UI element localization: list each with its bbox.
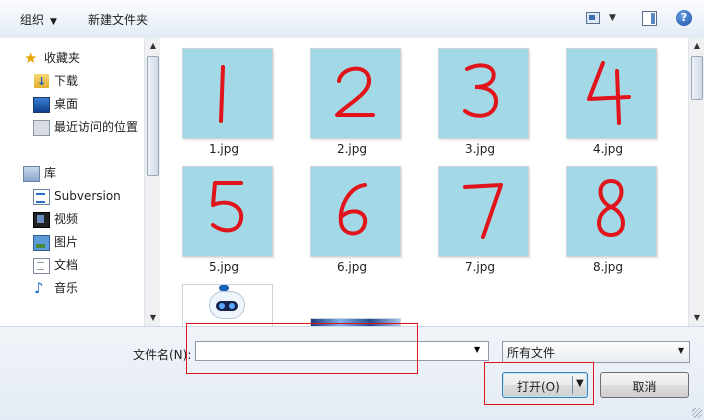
file-thumbnail	[566, 48, 657, 139]
file-list: 1.jpg 2.jpg 3.jpg 4.jpg 5.jpg 6.jpg 7.jp…	[160, 38, 688, 326]
file-thumbnail	[182, 166, 273, 257]
documents-icon	[33, 258, 50, 274]
open-options-chevron-icon[interactable]: ▼	[576, 378, 584, 389]
file-thumbnail	[310, 166, 401, 257]
scroll-up-icon[interactable]: ▲	[147, 40, 159, 52]
filetype-value: 所有文件	[507, 346, 556, 360]
nav-label: Subversion	[54, 189, 121, 203]
nav-label: 库	[44, 166, 57, 180]
nav-scroll-thumb[interactable]	[147, 56, 159, 176]
file-list-scrollbar[interactable]: ▲ ▼	[688, 38, 704, 326]
file-item[interactable]: 7.jpg	[416, 156, 544, 274]
video-icon	[33, 212, 50, 228]
digit-drawing	[463, 63, 498, 118]
file-name: 7.jpg	[464, 260, 496, 274]
file-item[interactable]: 4.jpg	[544, 38, 672, 156]
open-button-label: 打开(O)	[517, 380, 560, 394]
file-item[interactable]: 8.jpg	[544, 156, 672, 274]
file-thumbnail	[182, 48, 273, 139]
scroll-down-icon[interactable]: ▼	[147, 312, 159, 324]
digit-drawing	[219, 65, 225, 123]
file-name: 8.jpg	[592, 260, 624, 274]
file-item[interactable]: 1.jpg	[160, 38, 288, 156]
nav-label: 下载	[54, 74, 79, 88]
file-name: 2.jpg	[336, 142, 368, 156]
split-divider	[572, 376, 573, 394]
recent-places-icon	[33, 120, 50, 136]
nav-label: 文档	[54, 258, 79, 272]
digit-drawing	[211, 181, 244, 233]
file-thumbnail	[438, 166, 529, 257]
file-item[interactable]: 5.jpg	[160, 156, 288, 274]
navigation-pane: ★ 收藏夹 下载 桌面 最近访问的位置 库 Subversion 视频 图片 文…	[0, 38, 160, 326]
nav-label: 视频	[54, 212, 79, 226]
filename-dropdown-icon[interactable]: ▼	[474, 345, 480, 354]
resize-grip[interactable]	[692, 408, 702, 418]
nav-label: 音乐	[54, 281, 79, 295]
filename-input[interactable]	[195, 341, 489, 361]
desktop-icon	[33, 97, 50, 113]
file-item[interactable]: 3.jpg	[416, 38, 544, 156]
subversion-icon	[33, 189, 50, 205]
file-name: 4.jpg	[592, 142, 624, 156]
chevron-down-icon: ▼	[677, 346, 684, 355]
robot-image-thumbnail[interactable]	[182, 284, 273, 326]
scroll-down-icon[interactable]: ▼	[691, 312, 703, 324]
file-thumbnail	[438, 48, 529, 139]
music-icon: ♪	[34, 279, 44, 297]
file-name: 6.jpg	[336, 260, 368, 274]
view-icon[interactable]	[586, 11, 602, 25]
nav-label: 收藏夹	[44, 51, 81, 65]
file-item[interactable]: 2.jpg	[288, 38, 416, 156]
file-list-scroll-thumb[interactable]	[691, 56, 703, 100]
filename-label: 文件名(N):	[133, 348, 192, 362]
chevron-down-icon: ▼	[50, 17, 57, 27]
nav-label: 图片	[54, 235, 79, 249]
download-folder-icon	[34, 72, 49, 92]
digit-drawing	[597, 178, 625, 238]
library-icon	[23, 166, 40, 182]
help-icon[interactable]: ?	[676, 10, 692, 26]
organize-label: 组织	[20, 13, 45, 27]
organize-button[interactable]: 组织 ▼	[20, 11, 57, 29]
file-name: 1.jpg	[208, 142, 240, 156]
preview-pane-icon[interactable]	[642, 11, 657, 26]
toolbar: 组织 ▼ 新建文件夹 ▼ ?	[0, 0, 704, 39]
digit-drawing	[335, 66, 375, 117]
file-item[interactable]: 6.jpg	[288, 156, 416, 274]
nav-label: 桌面	[54, 97, 79, 111]
file-thumbnail	[566, 166, 657, 257]
digit-drawing	[463, 183, 503, 239]
cancel-button-label: 取消	[632, 380, 657, 394]
file-name: 5.jpg	[208, 260, 240, 274]
cancel-button[interactable]: 取消	[600, 372, 689, 398]
filetype-select[interactable]: 所有文件 ▼	[502, 341, 690, 363]
pictures-icon	[33, 235, 50, 251]
scroll-up-icon[interactable]: ▲	[691, 40, 703, 52]
view-chevron-down-icon[interactable]: ▼	[609, 13, 616, 23]
open-button[interactable]: 打开(O) ▼	[502, 372, 588, 398]
dialog-footer: 文件名(N): ▼ 所有文件 ▼ 打开(O) ▼ 取消	[0, 326, 704, 420]
new-folder-button[interactable]: 新建文件夹	[88, 11, 148, 29]
nav-label: 最近访问的位置	[54, 120, 139, 134]
file-name: 3.jpg	[464, 142, 496, 156]
star-icon: ★	[24, 49, 38, 67]
digit-drawing	[338, 183, 368, 236]
nav-scrollbar[interactable]: ▲ ▼	[144, 38, 161, 326]
partial-image-thumbnail[interactable]	[310, 318, 401, 326]
digit-drawing	[587, 61, 631, 125]
file-thumbnail	[310, 48, 401, 139]
